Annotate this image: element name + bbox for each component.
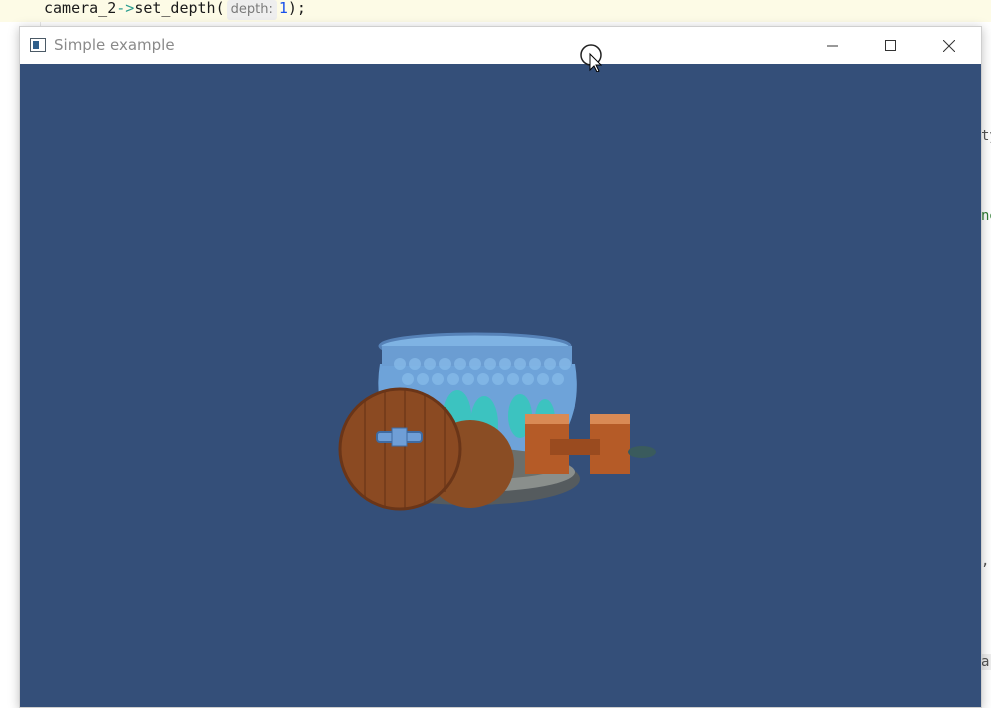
code-text: camera_2->set_depth(depth: 1); xyxy=(44,0,306,20)
code-method-call: set_depth( xyxy=(134,0,225,17)
code-editor-current-line[interactable]: camera_2->set_depth(depth: 1); xyxy=(0,0,991,22)
code-arrow: -> xyxy=(116,0,135,17)
code-identifier: camera_2 xyxy=(44,0,117,17)
minimize-icon xyxy=(827,45,838,46)
minimize-button[interactable] xyxy=(804,27,862,64)
editor-text-fragment: ne xyxy=(981,208,991,224)
editor-text-fragment: ty xyxy=(981,128,991,144)
parameter-hint: depth: xyxy=(226,0,277,20)
editor-text-fragment: , xyxy=(981,553,990,569)
code-number: 1 xyxy=(278,0,288,17)
close-icon xyxy=(943,39,955,52)
close-button[interactable] xyxy=(920,27,978,64)
window-titlebar[interactable]: Simple example xyxy=(20,27,981,64)
editor-text-fragment: ar xyxy=(981,654,991,670)
render-viewport[interactable] xyxy=(20,64,981,707)
app-window: Simple example xyxy=(19,26,982,708)
3d-scene xyxy=(338,332,656,511)
code-suffix: ); xyxy=(287,0,306,17)
window-title: Simple example xyxy=(54,36,175,54)
cauldron-model xyxy=(338,332,656,511)
app-window-icon xyxy=(30,38,46,52)
busy-cursor-icon xyxy=(580,44,604,76)
maximize-icon xyxy=(885,39,896,51)
maximize-button[interactable] xyxy=(862,27,920,64)
